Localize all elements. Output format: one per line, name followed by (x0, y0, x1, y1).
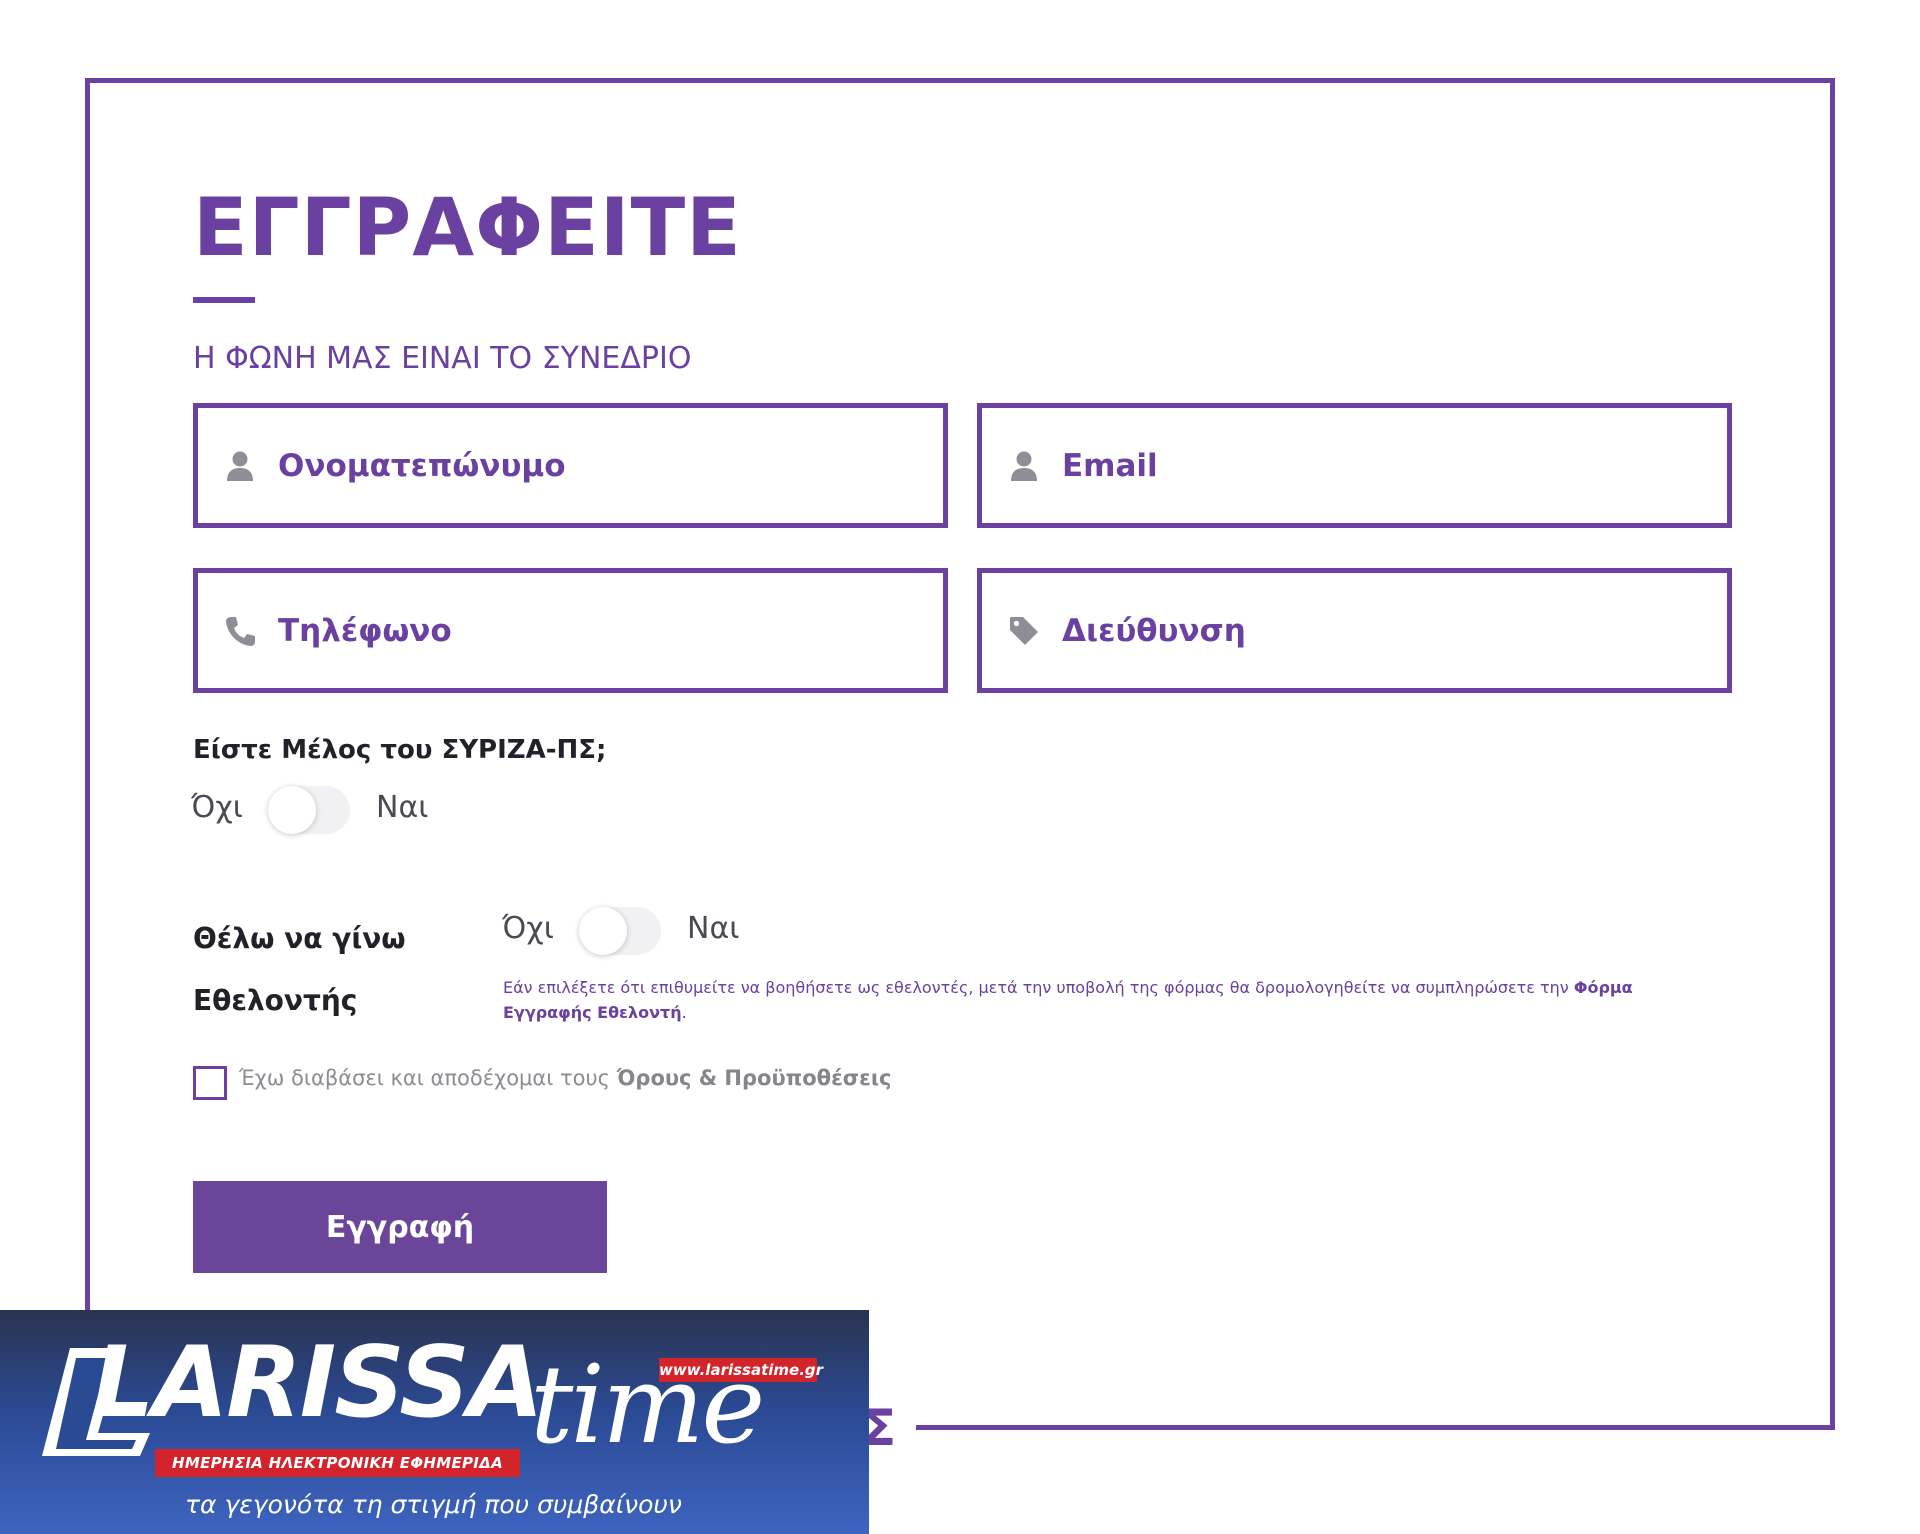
terms-text: Έχω διαβάσει και αποδέχομαι τους (239, 1066, 611, 1090)
larissatime-banner: LARISSA time www.larissatime.gr ΗΜΕΡΗΣΙΑ… (0, 1310, 869, 1534)
address-field[interactable]: Διεύθυνση (977, 568, 1732, 693)
terms-link[interactable]: Όρους & Προϋποθέσεις (617, 1066, 892, 1090)
member-no-label: Όχι (191, 790, 243, 825)
phone-icon (224, 614, 256, 648)
page-title: ΕΓΓΡΑΦΕΙΤΕ (193, 181, 742, 274)
member-yes-label: Ναι (376, 790, 429, 825)
terms-checkbox[interactable] (193, 1066, 227, 1100)
volunteer-question-line2: Εθελοντής (193, 984, 358, 1017)
register-button[interactable]: Εγγραφή (193, 1181, 607, 1273)
volunteer-question-line1: Θέλω να γίνω (193, 922, 406, 955)
volunteer-question: Θέλω να γίνω Εθελοντής (193, 908, 406, 1032)
name-placeholder: Ονοματεπώνυμο (278, 447, 566, 484)
tag-icon (1008, 614, 1040, 648)
email-field[interactable]: Email (977, 403, 1732, 528)
banner-tagline: τα γεγονότα τη στιγμή που συμβαίνουν (185, 1490, 682, 1519)
phone-field[interactable]: Τηλέφωνο (193, 568, 948, 693)
volunteer-toggle[interactable] (579, 907, 661, 955)
address-placeholder: Διεύθυνση (1062, 612, 1246, 649)
terms-label: Έχω διαβάσει και αποδέχομαι τους Όρους &… (239, 1068, 891, 1089)
volunteer-toggle-knob (579, 907, 627, 955)
email-placeholder: Email (1062, 447, 1158, 484)
page-subtitle: Η ΦΩΝΗ ΜΑΣ ΕΙΝΑΙ ΤΟ ΣΥΝΕΔΡΙΟ (193, 341, 692, 376)
title-underline (193, 297, 255, 303)
banner-url[interactable]: www.larissatime.gr (659, 1358, 823, 1382)
volunteer-note: Εάν επιλέξετε ότι επιθυμείτε να βοηθήσετ… (503, 975, 1703, 1025)
volunteer-yes-label: Ναι (687, 911, 740, 946)
volunteer-no-label: Όχι (502, 911, 554, 946)
brand-word-larissa: LARISSA (92, 1326, 544, 1440)
user-icon (224, 449, 256, 483)
banner-badge: ΗΜΕΡΗΣΙΑ ΗΛΕΚΤΡΟΝΙΚΗ ΕΦΗΜΕΡΙΔΑ (155, 1449, 520, 1477)
name-field[interactable]: Ονοματεπώνυμο (193, 403, 948, 528)
member-question: Είστε Μέλος του ΣΥΡΙΖΑ-ΠΣ; (193, 735, 607, 765)
member-toggle-knob (268, 786, 316, 834)
user-icon (1008, 449, 1040, 483)
phone-placeholder: Τηλέφωνο (278, 612, 452, 649)
volunteer-note-text: Εάν επιλέξετε ότι επιθυμείτε να βοηθήσετ… (503, 978, 1569, 997)
volunteer-note-end: . (681, 1003, 687, 1022)
member-toggle[interactable] (268, 786, 350, 834)
